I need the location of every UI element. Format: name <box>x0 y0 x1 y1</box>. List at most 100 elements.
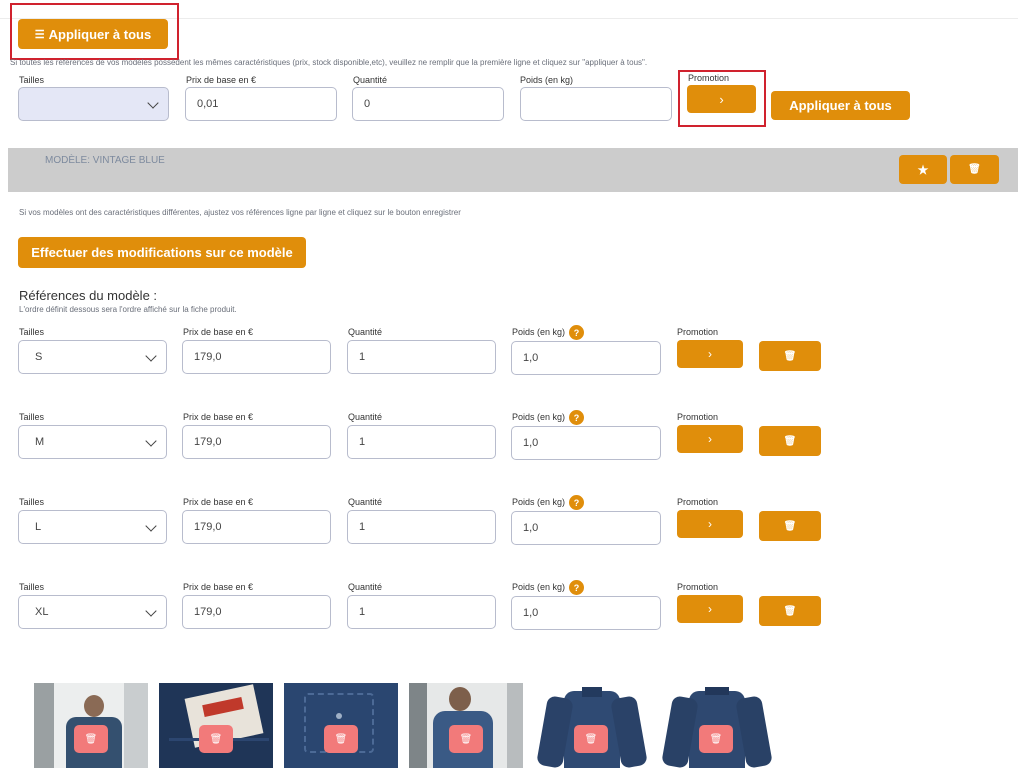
chevron-right-icon: › <box>719 91 724 107</box>
ref-quantity-value: 1 <box>359 436 366 448</box>
ref-quantity-input[interactable]: 1 <box>347 510 496 544</box>
ref-size-select[interactable]: L <box>18 510 167 544</box>
help-icon[interactable]: ? <box>569 410 585 425</box>
ref-delete-button[interactable]: 🗑 <box>759 426 821 456</box>
ref-promotion-button[interactable]: › <box>677 595 743 623</box>
star-icon: ★ <box>917 162 929 177</box>
ref-promotion-button[interactable]: › <box>677 510 743 538</box>
ref-sizes-label: Tailles <box>19 497 45 507</box>
global-sizes-label: Tailles <box>19 75 45 85</box>
ref-weight-value: 1,0 <box>523 352 539 364</box>
favorite-model-button[interactable]: ★ <box>899 155 947 184</box>
edit-model-button[interactable]: Effectuer des modifications sur ce modèl… <box>18 237 306 268</box>
ref-price-label: Prix de base en € <box>183 497 254 507</box>
ref-sizes-label: Tailles <box>19 412 45 422</box>
ref-promotion-label: Promotion <box>677 497 719 507</box>
chevron-down-icon <box>145 605 157 617</box>
ref-weight-input[interactable]: 1,0 <box>511 426 661 460</box>
ref-price-input[interactable]: 179,0 <box>182 510 331 544</box>
chevron-down-icon <box>145 520 157 532</box>
ref-weight-label: Poids (en kg)? <box>512 325 585 340</box>
ref-weight-label: Poids (en kg)? <box>512 410 585 425</box>
bulk-instruction: Si toutes les références de vos modèles … <box>10 58 648 67</box>
trash-icon: 🗑 <box>584 733 598 745</box>
ref-weight-label-text: Poids (en kg) <box>512 581 566 592</box>
trash-icon: 🗑 <box>209 733 223 745</box>
ref-quantity-label: Quantité <box>348 327 383 337</box>
chevron-right-icon: › <box>708 432 712 446</box>
ref-delete-button[interactable]: 🗑 <box>759 341 821 371</box>
global-price-label: Prix de base en € <box>186 75 257 85</box>
ref-price-value: 179,0 <box>194 436 222 448</box>
chevron-right-icon: › <box>708 517 712 531</box>
ref-sizes-label: Tailles <box>19 582 45 592</box>
ref-price-label: Prix de base en € <box>183 412 254 422</box>
delete-image-button[interactable]: 🗑 <box>199 725 233 753</box>
global-apply-all-label: Appliquer à tous <box>789 98 892 113</box>
global-promotion-button[interactable]: › <box>687 85 756 113</box>
help-icon[interactable]: ? <box>569 325 585 340</box>
ref-promotion-label: Promotion <box>677 582 719 592</box>
ref-size-select[interactable]: M <box>18 425 167 459</box>
delete-image-button[interactable]: 🗑 <box>324 725 358 753</box>
ref-weight-label-text: Poids (en kg) <box>512 411 566 422</box>
global-weight-input[interactable] <box>520 87 672 121</box>
delete-image-button[interactable]: 🗑 <box>574 725 608 753</box>
ref-weight-input[interactable]: 1,0 <box>511 511 661 545</box>
ref-quantity-input[interactable]: 1 <box>347 595 496 629</box>
ref-promotion-button[interactable]: › <box>677 425 743 453</box>
model-title: MODÈLE: VINTAGE BLUE <box>45 155 165 166</box>
ref-price-input[interactable]: 179,0 <box>182 595 331 629</box>
ref-weight-input[interactable]: 1,0 <box>511 596 661 630</box>
ref-size-value: XL <box>35 606 49 618</box>
ref-delete-button[interactable]: 🗑 <box>759 511 821 541</box>
global-quantity-input[interactable]: 0 <box>352 87 504 121</box>
ref-quantity-value: 1 <box>359 521 366 533</box>
global-size-select[interactable] <box>18 87 169 121</box>
photo-shirt-front: 🗑 <box>534 683 648 768</box>
ref-quantity-input[interactable]: 1 <box>347 340 496 374</box>
help-icon[interactable]: ? <box>569 580 585 595</box>
global-price-input[interactable]: 0,01 <box>185 87 337 121</box>
ref-quantity-label: Quantité <box>348 497 383 507</box>
ref-delete-button[interactable]: 🗑 <box>759 596 821 626</box>
trash-icon: 🗑 <box>783 520 797 532</box>
ref-quantity-label: Quantité <box>348 412 383 422</box>
apply-all-top-button[interactable]: ☰ Appliquer à tous <box>18 19 168 49</box>
ref-size-select[interactable]: S <box>18 340 167 374</box>
ref-price-value: 179,0 <box>194 521 222 533</box>
ref-weight-label-text: Poids (en kg) <box>512 496 566 507</box>
ref-size-value: S <box>35 351 43 363</box>
global-apply-all-button[interactable]: Appliquer à tous <box>771 91 910 120</box>
ref-quantity-input[interactable]: 1 <box>347 425 496 459</box>
delete-image-button[interactable]: 🗑 <box>74 725 108 753</box>
ref-size-value: M <box>35 436 45 448</box>
chevron-down-icon <box>145 350 157 362</box>
ref-sizes-label: Tailles <box>19 327 45 337</box>
ref-price-input[interactable]: 179,0 <box>182 340 331 374</box>
ref-quantity-value: 1 <box>359 351 366 363</box>
apply-all-top-label: Appliquer à tous <box>48 26 152 42</box>
ref-weight-value: 1,0 <box>523 607 539 619</box>
photo-man-wearing-shirt: 🗑 <box>34 683 148 768</box>
ref-weight-label: Poids (en kg)? <box>512 495 585 510</box>
delete-image-button[interactable]: 🗑 <box>699 725 733 753</box>
ref-promotion-button[interactable]: › <box>677 340 743 368</box>
chevron-down-icon <box>145 435 157 447</box>
global-weight-label: Poids (en kg) <box>520 75 574 85</box>
ref-weight-input[interactable]: 1,0 <box>511 341 661 375</box>
ref-size-value: L <box>35 521 42 533</box>
ref-size-select[interactable]: XL <box>18 595 167 629</box>
photo-denim-pocket: 🗑 <box>284 683 398 768</box>
ref-price-input[interactable]: 179,0 <box>182 425 331 459</box>
trash-icon: 🗑 <box>709 733 723 745</box>
help-icon[interactable]: ? <box>569 495 585 510</box>
ref-weight-label-text: Poids (en kg) <box>512 326 566 337</box>
delete-model-button[interactable]: 🗑 <box>950 155 999 184</box>
list-icon: ☰ <box>34 28 45 41</box>
ref-weight-value: 1,0 <box>523 522 539 534</box>
photo-shirt-back: 🗑 <box>659 683 773 768</box>
ref-quantity-value: 1 <box>359 606 366 618</box>
delete-image-button[interactable]: 🗑 <box>449 725 483 753</box>
trash-icon: 🗑 <box>783 605 797 617</box>
